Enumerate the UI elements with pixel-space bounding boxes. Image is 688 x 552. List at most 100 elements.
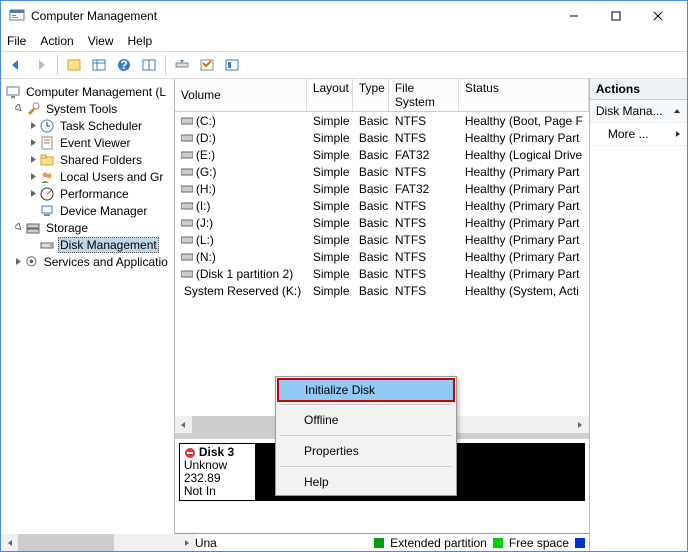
expander-closed-icon[interactable] [27, 155, 39, 164]
header-filesystem[interactable]: File System [389, 79, 459, 111]
volume-icon [181, 184, 193, 194]
expander-closed-icon[interactable] [27, 138, 39, 147]
scroll-right-icon[interactable] [572, 416, 589, 433]
context-help[interactable]: Help [276, 469, 456, 495]
legend-extended: Extended partition [390, 536, 487, 550]
table-row[interactable]: (I:)SimpleBasicNTFSHealthy (Primary Part [175, 197, 589, 214]
performance-icon [39, 186, 55, 202]
menu-divider [280, 435, 452, 436]
device-icon [39, 203, 55, 219]
chevron-right-icon [675, 130, 681, 138]
table-row[interactable]: (G:)SimpleBasicNTFSHealthy (Primary Part [175, 163, 589, 180]
tree-event-viewer[interactable]: Event Viewer [5, 134, 170, 151]
storage-icon [25, 220, 41, 236]
expander-open-icon[interactable] [13, 104, 25, 113]
table-row[interactable]: (J:)SimpleBasicNTFSHealthy (Primary Part [175, 214, 589, 231]
legend-free-swatch [493, 538, 503, 548]
services-icon [24, 254, 39, 270]
tree-shared-folders[interactable]: Shared Folders [5, 151, 170, 168]
toolbar-icon-5[interactable] [196, 54, 218, 76]
menu-help[interactable]: Help [128, 34, 153, 48]
clock-icon [39, 118, 55, 134]
volume-icon [181, 218, 193, 228]
forward-button[interactable] [30, 54, 52, 76]
actions-header: Actions [590, 79, 687, 100]
tree-root[interactable]: Computer Management (L [5, 83, 170, 100]
actions-more[interactable]: More ... [590, 123, 687, 146]
tree-system-tools[interactable]: System Tools [5, 100, 170, 117]
expander-closed-icon[interactable] [13, 257, 24, 266]
scroll-left-icon[interactable] [1, 534, 18, 551]
actions-diskmgmt[interactable]: Disk Mana... [590, 100, 687, 123]
toolbar-icon-2[interactable] [88, 54, 110, 76]
collapse-icon [673, 107, 681, 115]
table-row[interactable]: System Reserved (K:)SimpleBasicNTFSHealt… [175, 282, 589, 299]
minimize-button[interactable] [553, 1, 595, 31]
menu-divider [280, 404, 452, 405]
header-type[interactable]: Type [353, 79, 389, 111]
table-row[interactable]: (C:)SimpleBasicNTFSHealthy (Boot, Page F [175, 112, 589, 129]
context-offline[interactable]: Offline [276, 407, 456, 433]
app-icon [9, 8, 25, 24]
header-volume[interactable]: Volume [175, 79, 307, 111]
computer-icon [5, 84, 21, 100]
legend-free: Free space [509, 536, 569, 550]
menu-action[interactable]: Action [40, 34, 73, 48]
scroll-thumb[interactable] [18, 534, 114, 551]
volume-icon [181, 150, 193, 160]
expander-closed-icon[interactable] [27, 172, 39, 181]
context-properties[interactable]: Properties [276, 438, 456, 464]
expander-closed-icon[interactable] [27, 189, 39, 198]
toolbar-icon-3[interactable] [138, 54, 160, 76]
back-button[interactable] [5, 54, 27, 76]
legend-unallocated: Una [195, 536, 217, 550]
scroll-left-icon[interactable] [175, 416, 192, 433]
error-icon [184, 447, 196, 459]
disk-info: Disk 3 Unknow 232.89 Not In [180, 444, 256, 500]
volume-table: Volume Layout Type File System Status (C… [175, 79, 589, 416]
tree-task-scheduler[interactable]: Task Scheduler [5, 117, 170, 134]
close-button[interactable] [637, 1, 679, 31]
toolbar: ? [1, 51, 687, 79]
table-row[interactable]: (E:)SimpleBasicFAT32Healthy (Logical Dri… [175, 146, 589, 163]
legend-extended-swatch [374, 538, 384, 548]
table-row[interactable]: (N:)SimpleBasicNTFSHealthy (Primary Part [175, 248, 589, 265]
menu-view[interactable]: View [88, 34, 114, 48]
table-row[interactable]: (D:)SimpleBasicNTFSHealthy (Primary Part [175, 129, 589, 146]
menu-file[interactable]: File [7, 34, 26, 48]
legend: Una Extended partition Free space [175, 533, 589, 551]
context-menu: Initialize Disk Offline Properties Help [275, 376, 457, 496]
table-row[interactable]: (H:)SimpleBasicFAT32Healthy (Primary Par… [175, 180, 589, 197]
tools-icon [25, 101, 41, 117]
context-initialize-disk[interactable]: Initialize Disk [277, 378, 455, 402]
toolbar-icon-4[interactable] [171, 54, 193, 76]
header-layout[interactable]: Layout [307, 79, 353, 111]
toolbar-separator [57, 55, 58, 75]
tree-disk-management[interactable]: Disk Management [5, 236, 170, 253]
tree-storage[interactable]: Storage [5, 219, 170, 236]
maximize-button[interactable] [595, 1, 637, 31]
scroll-track[interactable] [18, 534, 178, 551]
toolbar-separator [165, 55, 166, 75]
tree-performance[interactable]: Performance [5, 185, 170, 202]
volume-icon [181, 167, 193, 177]
expander-open-icon[interactable] [13, 223, 25, 232]
volume-icon [181, 116, 193, 126]
tree-services[interactable]: Services and Applicatio [5, 253, 170, 270]
actions-pane: Actions Disk Mana... More ... [590, 79, 687, 551]
titlebar: Computer Management [1, 1, 687, 31]
volume-icon [181, 133, 193, 143]
expander-closed-icon[interactable] [27, 121, 39, 130]
scroll-right-icon[interactable] [178, 534, 195, 551]
toolbar-icon-1[interactable] [63, 54, 85, 76]
volume-icon [181, 235, 193, 245]
tree-horizontal-scrollbar[interactable] [1, 534, 195, 551]
toolbar-icon-6[interactable] [221, 54, 243, 76]
tree-local-users[interactable]: Local Users and Gr [5, 168, 170, 185]
folder-icon [39, 152, 55, 168]
tree-device-manager[interactable]: Device Manager [5, 202, 170, 219]
table-row[interactable]: (L:)SimpleBasicNTFSHealthy (Primary Part [175, 231, 589, 248]
help-icon[interactable]: ? [113, 54, 135, 76]
table-row[interactable]: (Disk 1 partition 2)SimpleBasicNTFSHealt… [175, 265, 589, 282]
header-status[interactable]: Status [459, 79, 589, 111]
